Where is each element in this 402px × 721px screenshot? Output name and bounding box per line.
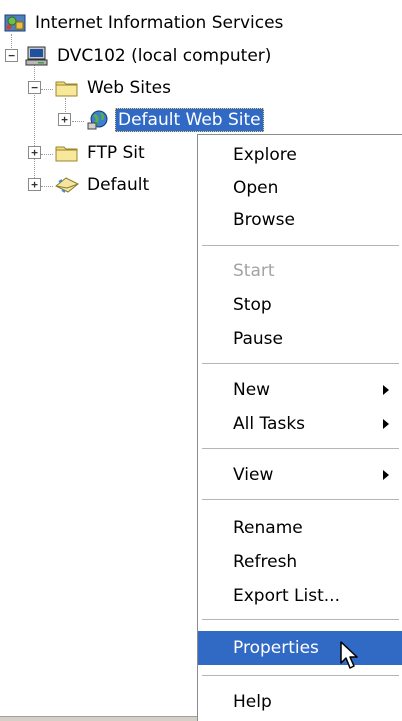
menu-item-stop[interactable]: Stop xyxy=(198,288,402,322)
menu-separator xyxy=(202,245,399,246)
envelope-icon xyxy=(54,174,80,196)
tree-node-computer[interactable]: DVC102 (local computer) xyxy=(24,41,274,71)
menu-item-open[interactable]: Open xyxy=(198,171,402,205)
tree-node-label: Internet Information Services xyxy=(35,13,284,33)
menu-separator xyxy=(202,363,399,364)
menu-item-label: New xyxy=(233,380,271,400)
computer-icon xyxy=(24,45,50,67)
menu-item-explore[interactable]: Explore xyxy=(198,138,402,172)
tree-node-default-smtp[interactable]: Default xyxy=(54,170,152,200)
tree-node-web-sites[interactable]: Web Sites xyxy=(54,73,174,103)
menu-item-help[interactable]: Help xyxy=(198,685,402,719)
folder-icon xyxy=(54,142,80,164)
menu-item-properties[interactable]: Properties xyxy=(198,631,402,665)
menu-item-label: All Tasks xyxy=(233,414,306,434)
menu-item-refresh[interactable]: Refresh xyxy=(198,545,402,579)
tree-connector xyxy=(41,89,53,90)
menu-item-new[interactable]: New xyxy=(198,373,402,407)
menu-item-rename[interactable]: Rename xyxy=(198,511,402,545)
iis-icon xyxy=(2,12,28,34)
tree-node-label: DVC102 (local computer) xyxy=(57,46,272,66)
menu-item-start: Start xyxy=(233,261,275,281)
collapse-toggle[interactable]: − xyxy=(5,49,18,62)
globe-icon xyxy=(85,109,111,131)
submenu-arrow-icon xyxy=(383,419,389,429)
folder-icon xyxy=(54,77,80,99)
context-menu: Explore Open Browse Start Stop Pause New… xyxy=(197,134,402,721)
menu-separator xyxy=(202,675,399,676)
tree-node-label: Web Sites xyxy=(87,78,171,98)
tree-node-label: Default xyxy=(87,175,150,195)
tree-connector xyxy=(41,186,53,187)
menu-separator xyxy=(202,619,399,620)
tree-node-ftp-sites[interactable]: FTP Sit xyxy=(54,138,148,168)
tree-node-iis[interactable]: Internet Information Services xyxy=(2,8,286,38)
window-bottom-edge xyxy=(0,716,197,721)
expand-toggle[interactable]: + xyxy=(28,178,41,191)
menu-item-label: View xyxy=(233,465,274,485)
menu-item-view[interactable]: View xyxy=(198,458,402,492)
tree-connector xyxy=(72,121,84,122)
submenu-arrow-icon xyxy=(383,470,389,480)
submenu-arrow-icon xyxy=(383,385,389,395)
menu-item-pause[interactable]: Pause xyxy=(198,322,402,356)
collapse-toggle[interactable]: − xyxy=(28,81,41,94)
mouse-pointer-icon xyxy=(340,641,362,676)
tree-node-label: Default Web Site xyxy=(115,108,264,132)
expand-toggle[interactable]: + xyxy=(58,113,71,126)
tree-connector xyxy=(41,154,53,155)
expand-toggle[interactable]: + xyxy=(28,146,41,159)
tree-node-default-web-site[interactable]: Default Web Site xyxy=(85,105,264,135)
menu-separator xyxy=(202,499,399,500)
menu-item-all-tasks[interactable]: All Tasks xyxy=(198,407,402,441)
menu-item-browse[interactable]: Browse xyxy=(198,203,402,237)
menu-item-export-list[interactable]: Export List... xyxy=(198,579,402,613)
menu-separator xyxy=(202,448,399,449)
tree-node-label: FTP Sit xyxy=(87,143,145,163)
